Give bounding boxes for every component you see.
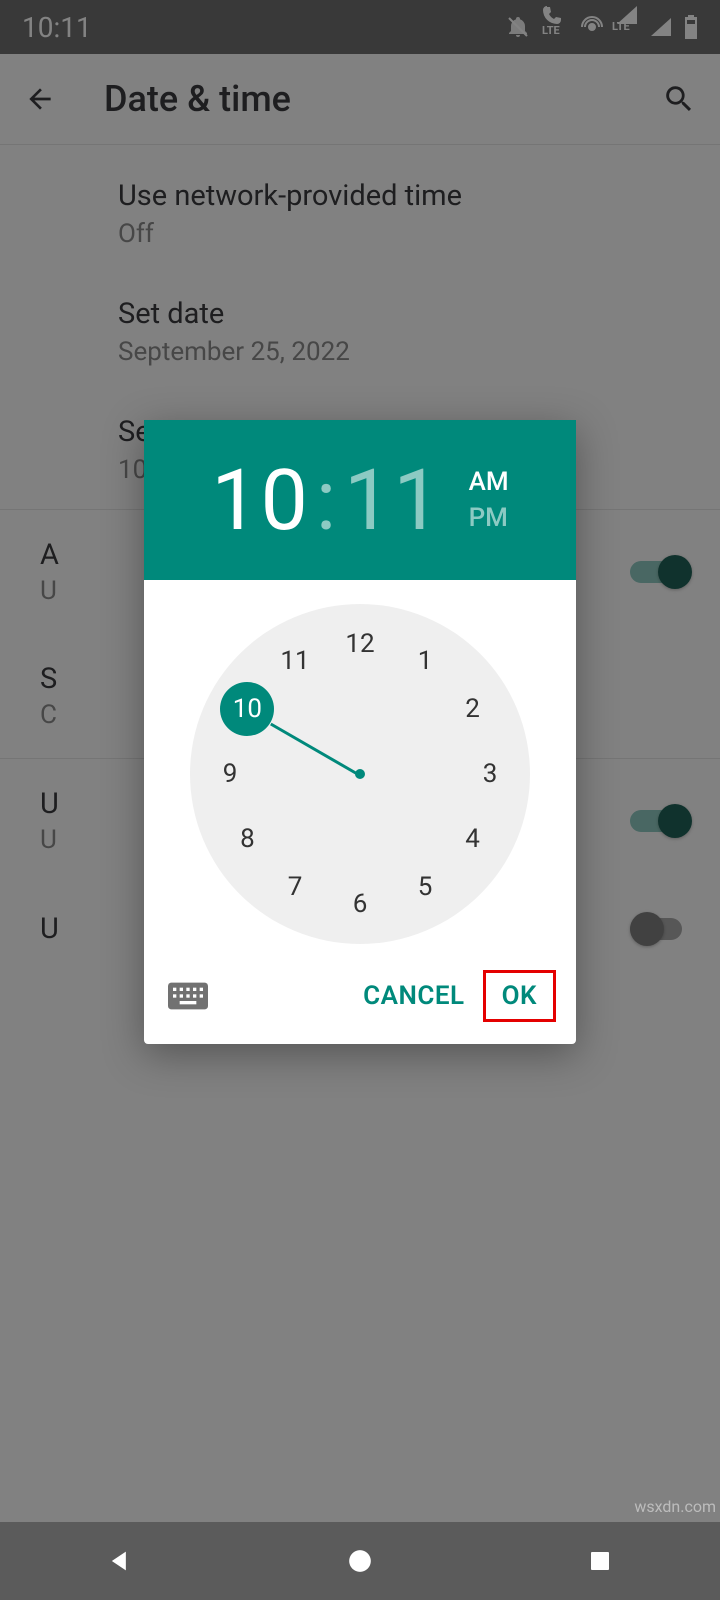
cancel-button[interactable]: CANCEL [345,971,482,1021]
nav-back-icon[interactable] [103,1544,137,1578]
nav-recent-icon[interactable] [583,1544,617,1578]
watermark: wsxdn.com [634,1497,716,1516]
clock-hand [270,723,361,777]
clock-hour-2[interactable]: 2 [451,687,495,731]
navigation-bar [0,1522,720,1600]
clock-hour-6[interactable]: 6 [338,882,382,926]
clock-hour-11[interactable]: 11 [273,639,317,683]
minute-display[interactable]: 11 [344,451,442,550]
clock-hour-10[interactable]: 10 [220,682,274,736]
clock-hour-1[interactable]: 1 [403,639,447,683]
clock-face[interactable]: 12 12 3 45678 9 1011 [190,604,530,944]
keyboard-icon[interactable] [168,981,208,1011]
time-picker-header: 10 : 11 AM PM [144,420,576,580]
ok-button[interactable]: OK [483,970,556,1022]
pm-selector[interactable]: PM [469,503,509,533]
am-selector[interactable]: AM [469,467,509,497]
clock-hour-7[interactable]: 7 [273,865,317,909]
clock-hour-3[interactable]: 3 [468,752,512,796]
clock-hour-12[interactable]: 12 [338,622,382,666]
clock-hour-4[interactable]: 4 [451,817,495,861]
time-colon: : [316,451,338,550]
nav-home-icon[interactable] [343,1544,377,1578]
clock-hour-9[interactable]: 9 [208,752,252,796]
clock-hour-5[interactable]: 5 [403,865,447,909]
hour-display[interactable]: 10 [211,451,309,550]
time-picker-dialog: 10 : 11 AM PM 121234567891011 CANCEL OK [144,420,576,1044]
clock-hour-8[interactable]: 8 [225,817,269,861]
